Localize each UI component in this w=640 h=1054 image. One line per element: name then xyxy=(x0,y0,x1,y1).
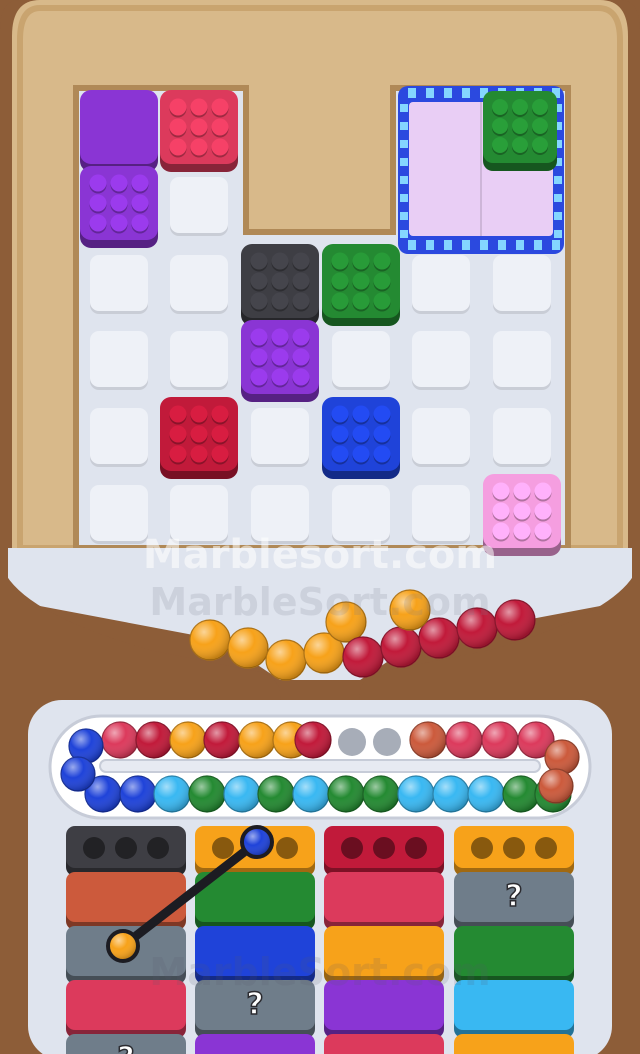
hopper-marble xyxy=(227,627,269,669)
conveyor-marble xyxy=(60,756,96,792)
slot-hole xyxy=(503,837,525,859)
conveyor-marble xyxy=(327,775,365,813)
empty-cell-top xyxy=(170,177,228,233)
hopper-marble xyxy=(189,619,231,661)
pink-block[interactable] xyxy=(483,474,561,556)
conveyor-marble xyxy=(432,775,470,813)
hopper-marble xyxy=(494,599,536,641)
conveyor-marble xyxy=(409,721,447,759)
empty-cell-top xyxy=(90,485,148,541)
green-block[interactable] xyxy=(483,91,557,171)
green-block[interactable] xyxy=(322,244,400,326)
purple-block[interactable] xyxy=(80,90,158,172)
conveyor-marble xyxy=(397,775,435,813)
hopper-marble xyxy=(342,636,384,678)
conveyor-marble xyxy=(445,721,483,759)
conveyor-marble xyxy=(169,721,207,759)
conveyor-marble xyxy=(467,775,505,813)
red-block[interactable] xyxy=(66,980,186,1038)
empty-cell-top xyxy=(412,255,470,311)
empty-cell-top xyxy=(170,485,228,541)
empty-cell-top xyxy=(90,408,148,464)
empty-cell-top xyxy=(90,255,148,311)
empty-cell-top xyxy=(90,331,148,387)
empty-cell-top xyxy=(412,485,470,541)
empty-slot xyxy=(373,728,401,756)
col-2[interactable]: ? xyxy=(195,826,315,1054)
empty-slot xyxy=(338,728,366,756)
conveyor-marble xyxy=(294,721,332,759)
empty-cell-top xyxy=(170,331,228,387)
hidden-block[interactable]: ? xyxy=(454,872,574,930)
slot-hole xyxy=(115,837,137,859)
slot-hole xyxy=(535,837,557,859)
hopper-marble xyxy=(380,626,422,668)
empty-cell-top xyxy=(493,331,551,387)
conveyor-marble xyxy=(188,775,226,813)
conveyor-divider xyxy=(99,759,541,773)
conveyor-marble xyxy=(101,721,139,759)
conveyor-marble xyxy=(292,775,330,813)
hopper-marble xyxy=(325,601,367,643)
empty-cell-top xyxy=(332,485,390,541)
empty-cell-top xyxy=(412,331,470,387)
purple-block[interactable] xyxy=(80,166,158,248)
empty-cell-top xyxy=(251,408,309,464)
orange-block[interactable] xyxy=(454,1034,574,1054)
conveyor-marble xyxy=(203,721,241,759)
purple-block[interactable] xyxy=(195,1034,315,1054)
green-block[interactable] xyxy=(454,926,574,984)
empty-cell-top xyxy=(170,255,228,311)
slot-hole xyxy=(341,837,363,859)
slot-hole xyxy=(276,837,298,859)
conveyor-marble xyxy=(119,775,157,813)
locked-box[interactable] xyxy=(398,86,564,254)
light_blue-block[interactable] xyxy=(454,980,574,1038)
hidden-block[interactable]: ? xyxy=(66,1034,186,1054)
conveyor-marble xyxy=(362,775,400,813)
red-block[interactable] xyxy=(160,90,238,172)
empty-cell-top xyxy=(332,331,390,387)
hidden-label: ? xyxy=(505,879,522,914)
slot-hole xyxy=(471,837,493,859)
hidden-block[interactable]: ? xyxy=(195,980,315,1038)
empty-cell-top xyxy=(412,408,470,464)
conveyor-marble xyxy=(153,775,191,813)
conveyor-marble xyxy=(544,739,580,775)
hidden-label: ? xyxy=(117,1041,134,1054)
conveyor-marble xyxy=(257,775,295,813)
purple-block[interactable] xyxy=(324,980,444,1038)
slot-hole xyxy=(83,837,105,859)
black-block[interactable] xyxy=(241,244,319,326)
blue-block[interactable] xyxy=(322,397,400,479)
slot-hole xyxy=(147,837,169,859)
conveyor-marble xyxy=(238,721,276,759)
slot-hole xyxy=(405,837,427,859)
red-block[interactable] xyxy=(324,1034,444,1054)
orange-block[interactable] xyxy=(324,926,444,984)
blue-block[interactable] xyxy=(195,926,315,984)
conveyor-marble xyxy=(502,775,540,813)
conveyor-marble xyxy=(135,721,173,759)
empty-cell-top xyxy=(251,485,309,541)
empty-cell-top xyxy=(493,408,551,464)
empty-cell-top xyxy=(493,255,551,311)
game-board: ??? xyxy=(0,0,640,1054)
col-4[interactable]: ? xyxy=(454,826,574,1054)
slot-hole xyxy=(212,837,234,859)
hopper-marble xyxy=(265,639,307,681)
conveyor-marble xyxy=(538,768,574,804)
conveyor-marble xyxy=(223,775,261,813)
conveyor-marble xyxy=(481,721,519,759)
hopper-marble xyxy=(389,589,431,631)
crimson-block[interactable] xyxy=(160,397,238,479)
hidden-label: ? xyxy=(246,987,263,1022)
col-3[interactable] xyxy=(324,826,444,1054)
hopper-marble xyxy=(456,607,498,649)
red-block[interactable] xyxy=(324,872,444,930)
purple-block[interactable] xyxy=(241,320,319,402)
slot-hole xyxy=(373,837,395,859)
brick-block[interactable] xyxy=(66,872,186,930)
